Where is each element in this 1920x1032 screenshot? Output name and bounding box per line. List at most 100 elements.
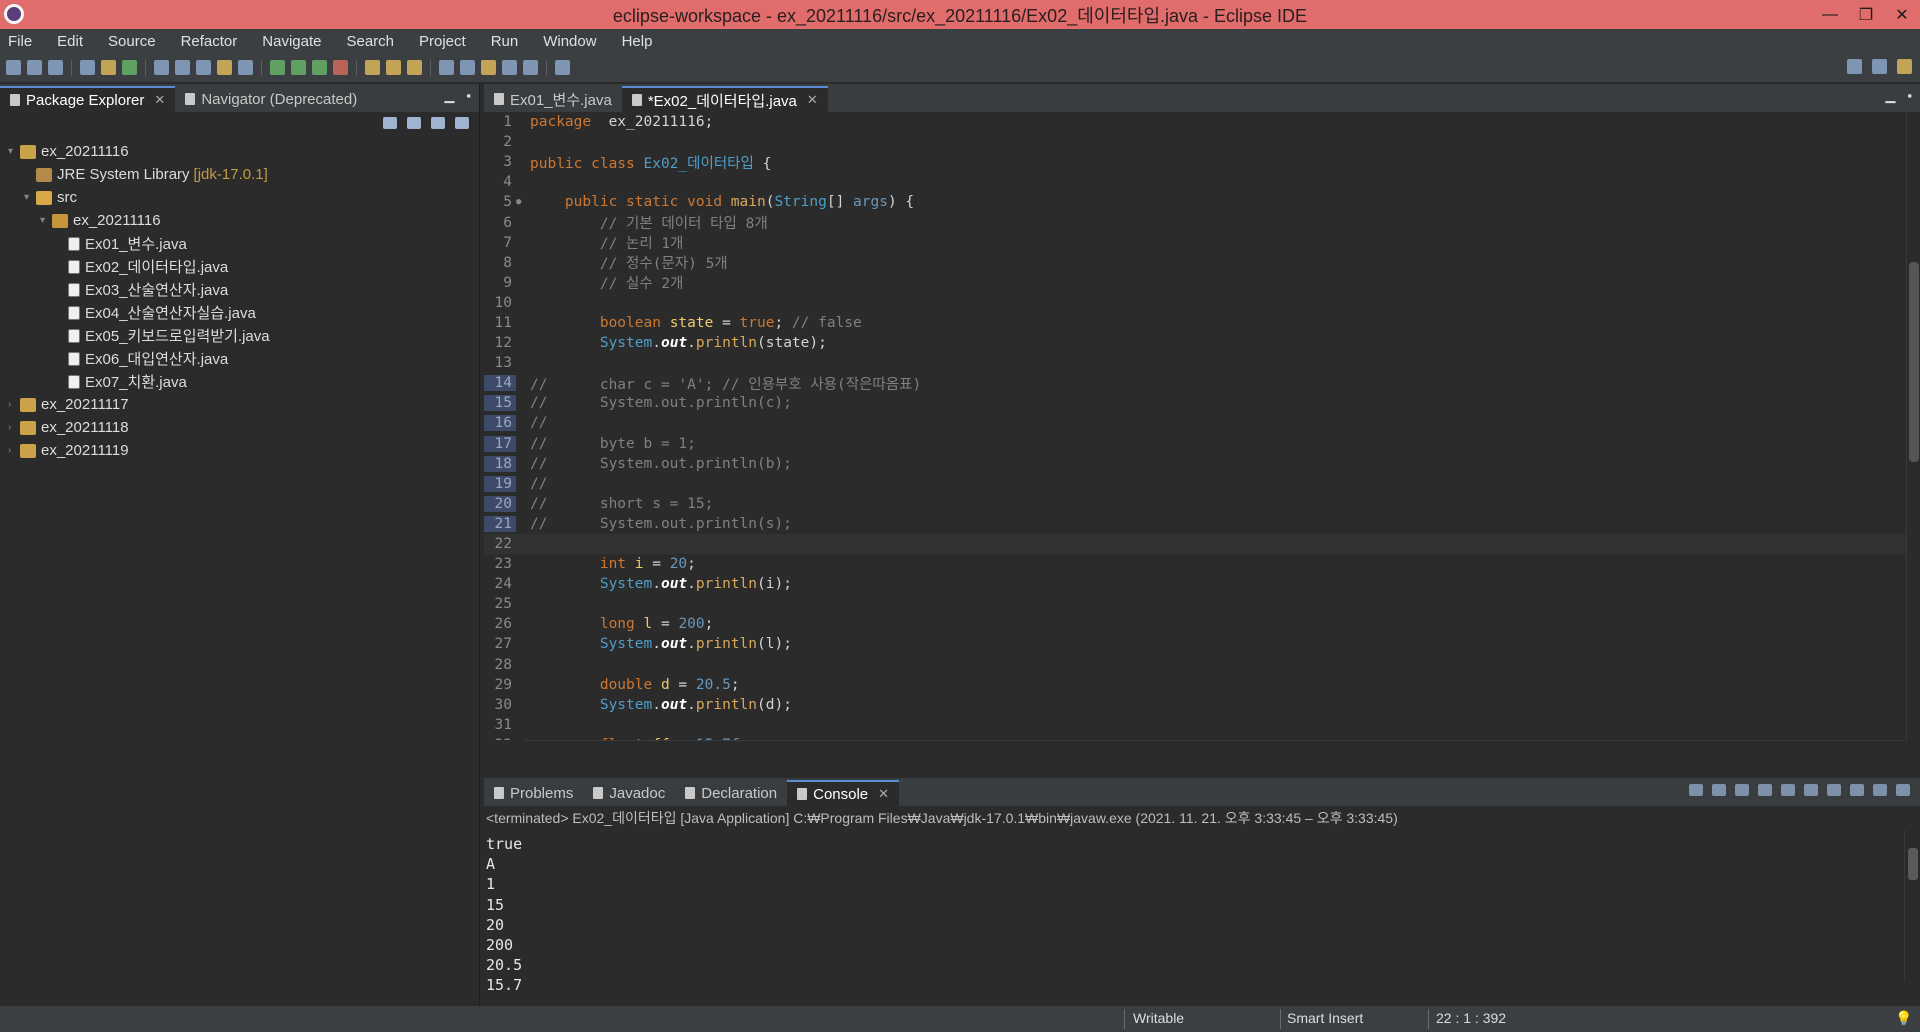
code-line[interactable]: 21 // System.out.println(s); [484, 514, 1908, 534]
console-scrollbar[interactable] [1904, 830, 1920, 982]
code-line[interactable]: 2 [484, 132, 1908, 152]
code-editor[interactable]: 1 package ex_20211116; 2 3 public class Ex02… [484, 112, 1908, 740]
code-line[interactable]: 31 [484, 715, 1908, 735]
back-icon[interactable] [502, 60, 517, 75]
code-line[interactable]: 11 boolean state = true; // false [484, 313, 1908, 333]
collapsed-arrow-icon[interactable]: › [8, 399, 20, 410]
open-task-icon[interactable] [386, 60, 401, 75]
menu-item-project[interactable]: Project [419, 33, 466, 50]
new-package-icon[interactable] [101, 60, 116, 75]
menu-item-search[interactable]: Search [346, 33, 394, 50]
close-tab-icon[interactable]: ✕ [807, 92, 818, 108]
menu-item-refactor[interactable]: Refactor [181, 33, 238, 50]
code-line[interactable]: 13 [484, 353, 1908, 373]
tree-item[interactable]: Ex02_데이터타입.java [0, 255, 479, 278]
code-line[interactable]: 5 ● public static void main(String[] args… [484, 192, 1908, 212]
coverage-icon[interactable] [312, 60, 327, 75]
tree-item[interactable]: Ex04_산술연산자실습.java [0, 301, 479, 324]
external-tools-icon[interactable] [333, 60, 348, 75]
remove-launch-icon[interactable] [1712, 784, 1726, 796]
new-icon[interactable] [6, 60, 21, 75]
last-edit-icon[interactable] [481, 60, 496, 75]
scrollbar-thumb[interactable] [1909, 262, 1919, 462]
code-line[interactable]: 3 public class Ex02_데이터타입 { [484, 152, 1908, 172]
bottom-tab-1[interactable]: Javadoc [583, 780, 675, 806]
search-tool-icon[interactable] [407, 60, 422, 75]
tree-item[interactable]: ▾ src [0, 186, 479, 209]
tree-item[interactable]: › ex_20211118 [0, 416, 479, 439]
remove-all-icon[interactable] [1735, 784, 1749, 796]
menu-item-help[interactable]: Help [622, 33, 653, 50]
clear-console-icon[interactable] [1758, 784, 1772, 796]
close-tab-icon[interactable]: ✕ [154, 92, 165, 108]
code-line[interactable]: 23 int i = 20; [484, 554, 1908, 574]
tree-item[interactable]: Ex06_대입연산자.java [0, 347, 479, 370]
bottom-tab-0[interactable]: Problems [484, 780, 583, 806]
code-line[interactable]: 15 // System.out.println(c); [484, 393, 1908, 413]
save-icon[interactable] [27, 60, 42, 75]
tree-item[interactable]: › ex_20211119 [0, 439, 479, 462]
open-type-icon[interactable] [365, 60, 380, 75]
bottom-tab-3[interactable]: Console ✕ [787, 780, 900, 806]
java-perspective-icon[interactable] [1897, 59, 1912, 74]
save-all-icon[interactable] [48, 60, 63, 75]
code-line[interactable]: 28 [484, 655, 1908, 675]
forward-icon[interactable] [523, 60, 538, 75]
open-console-icon[interactable] [1896, 784, 1910, 796]
insert-mode-status[interactable]: Smart Insert [1287, 1010, 1363, 1026]
menu-item-navigate[interactable]: Navigate [262, 33, 321, 50]
code-line[interactable]: 30 System.out.println(d); [484, 695, 1908, 715]
edit-icon[interactable] [175, 60, 190, 75]
pin-console-icon[interactable] [1850, 784, 1864, 796]
expanded-arrow-icon[interactable]: ▾ [8, 146, 20, 157]
expanded-arrow-icon[interactable]: ▾ [40, 215, 52, 226]
code-line[interactable]: 17 // byte b = 1; [484, 434, 1908, 454]
tree-item[interactable]: ▾ ex_20211116 [0, 140, 479, 163]
bottom-tab-2[interactable]: Declaration [675, 780, 787, 806]
minimize-button[interactable]: — [1812, 0, 1848, 29]
filter-icon[interactable] [431, 117, 445, 129]
code-line[interactable]: 7 // 논리 1개 [484, 233, 1908, 253]
code-line[interactable]: 20 // short s = 15; [484, 494, 1908, 514]
code-line[interactable]: 10 [484, 293, 1908, 313]
code-line[interactable]: 18 // System.out.println(b); [484, 454, 1908, 474]
code-line[interactable]: 27 System.out.println(l); [484, 634, 1908, 654]
link-with-editor-icon[interactable] [407, 117, 421, 129]
restore-button[interactable]: ❐ [1848, 0, 1884, 29]
code-line[interactable]: 12 System.out.println(state); [484, 333, 1908, 353]
tree-item[interactable]: Ex07_치환.java [0, 370, 479, 393]
collapsed-arrow-icon[interactable]: › [8, 422, 20, 433]
run-icon[interactable] [291, 60, 306, 75]
expanded-arrow-icon[interactable]: ▾ [24, 192, 36, 203]
terminal-icon[interactable] [80, 60, 95, 75]
close-tab-icon[interactable]: ✕ [878, 786, 889, 802]
view-menu-icon[interactable] [455, 117, 469, 129]
left-tab-0[interactable]: Package Explorer ✕ [0, 86, 176, 112]
collapse-all-icon[interactable] [383, 117, 397, 129]
show-whitespace-icon[interactable] [238, 60, 253, 75]
editor-horizontal-scrollbar[interactable] [524, 740, 1904, 754]
word-wrap-icon[interactable] [1804, 784, 1818, 796]
tree-item[interactable]: Ex03_산술연산자.java [0, 278, 479, 301]
editor-vertical-scrollbar[interactable] [1906, 112, 1920, 740]
collapsed-arrow-icon[interactable]: › [8, 445, 20, 456]
code-line[interactable]: 22 [484, 533, 1908, 555]
minimize-view-icon[interactable]: ▁ [444, 88, 454, 104]
code-line[interactable]: 29 double d = 20.5; [484, 675, 1908, 695]
code-line[interactable]: 25 [484, 594, 1908, 614]
tree-item[interactable]: Ex01_변수.java [0, 232, 479, 255]
left-tab-1[interactable]: Navigator (Deprecated) [175, 86, 367, 112]
code-line[interactable]: 9 // 실수 2개 [484, 273, 1908, 293]
code-line[interactable]: 6 // 기본 데이터 타입 8개 [484, 212, 1908, 233]
editor-tab-0[interactable]: Ex01_변수.java [484, 86, 622, 112]
next-annotation-icon[interactable] [439, 60, 454, 75]
code-line[interactable]: 4 [484, 172, 1908, 192]
cursor-position[interactable]: 22 : 1 : 392 [1436, 1010, 1506, 1026]
menu-item-source[interactable]: Source [108, 33, 156, 50]
code-line[interactable]: 16 // [484, 413, 1908, 433]
debug-icon[interactable] [270, 60, 285, 75]
console-output[interactable]: true A 1 15 20 200 20.5 15.7 [486, 834, 522, 996]
close-button[interactable]: ✕ [1884, 0, 1920, 29]
open-perspective-icon[interactable] [1872, 59, 1887, 74]
show-on-output-icon[interactable] [1827, 784, 1841, 796]
